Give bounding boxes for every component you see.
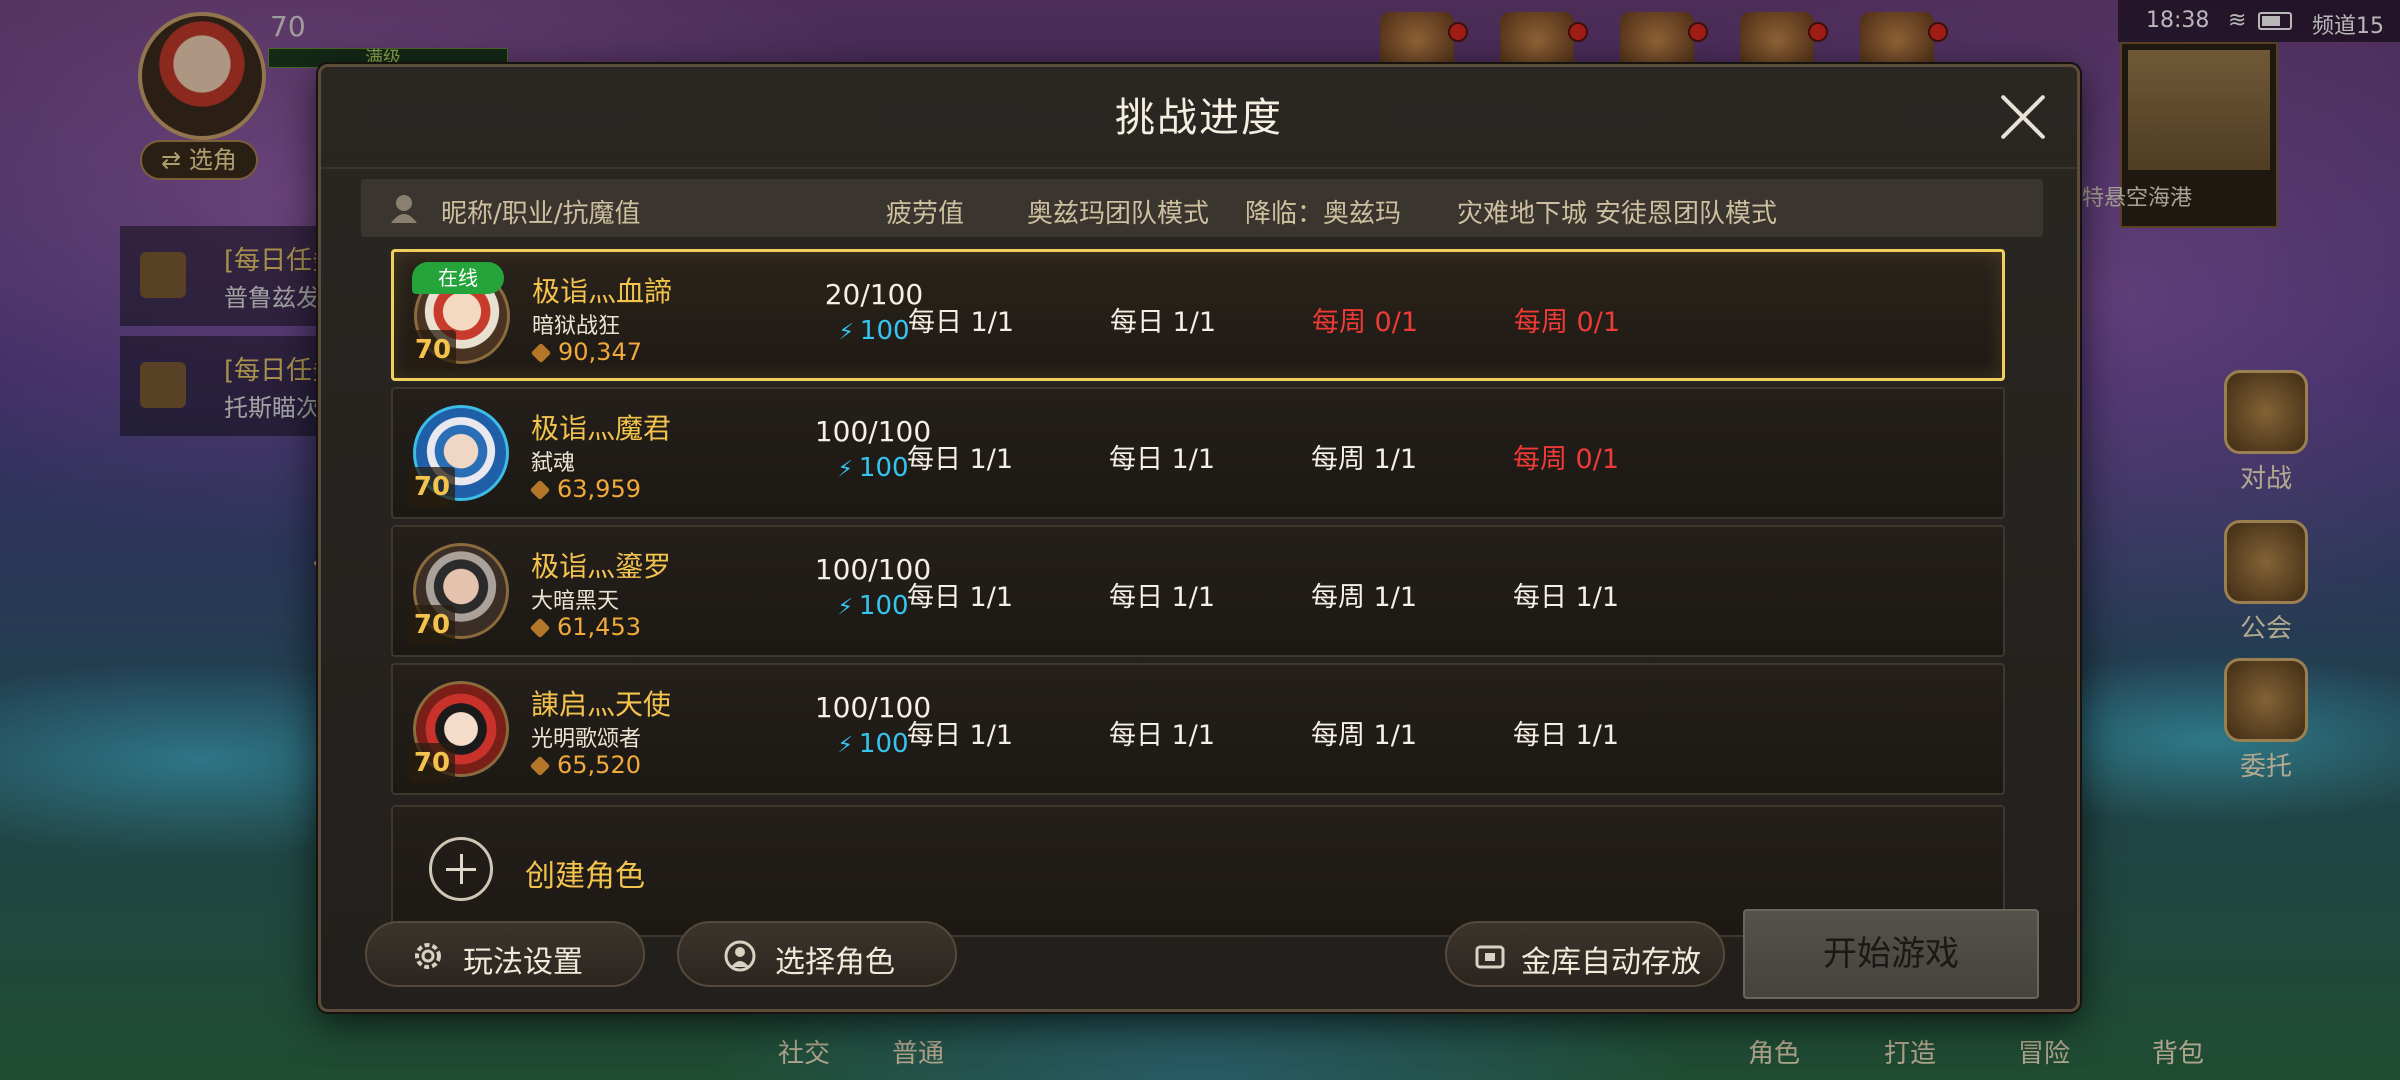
anti-magic-number: 63,959: [557, 475, 641, 503]
anti-magic-icon: [530, 342, 552, 364]
ozma-raid-status: 每日 1/1: [906, 720, 1014, 751]
lightning-icon: ⚡: [837, 595, 853, 620]
column-header-disaster-dungeon: 灾难地下城: [1457, 199, 1588, 229]
ozma-advent-status: 每日 1/1: [1108, 720, 1216, 751]
character-avatar: 70: [409, 539, 515, 645]
character-row[interactable]: 70 在线 极诣灬血諦 暗狱战狂 90,347 20/100 ⚡ 100 每日 1…: [391, 249, 2005, 381]
dialog-title: 挑战进度: [1115, 95, 1283, 141]
anton-raid-status: 每日 1/1: [1512, 582, 1620, 613]
anti-magic-value: 63,959: [529, 475, 641, 503]
character-avatar: 70: [409, 677, 515, 783]
character-nickname: 极诣灬血諦: [532, 275, 673, 308]
character-silhouette-icon: [391, 195, 417, 223]
plus-icon: [429, 837, 493, 901]
column-header-name: 昵称/职业/抗魔值: [441, 199, 641, 229]
character-job: 光明歌颂者: [531, 727, 642, 752]
challenge-progress-dialog: 挑战进度 昵称/职业/抗魔值 疲劳值 奥兹玛团队模式 降临：奥兹玛 灾难地下城 …: [318, 64, 2080, 1012]
anton-raid-status: 每周 0/1: [1513, 307, 1621, 338]
level-badge: 70: [410, 330, 456, 370]
character-avatar: 70: [409, 401, 515, 507]
column-header-ozma-advent: 降临：奥兹玛: [1245, 199, 1402, 229]
ozma-advent-status: 每日 1/1: [1108, 582, 1216, 613]
anti-magic-number: 65,520: [557, 751, 641, 779]
lightning-icon: ⚡: [838, 320, 854, 345]
character-job: 大暗黑天: [531, 589, 620, 614]
anti-magic-icon: [529, 617, 551, 639]
character-nickname: 极诣灬魔君: [531, 412, 672, 445]
ozma-advent-status: 每日 1/1: [1109, 307, 1217, 338]
table-header: 昵称/职业/抗魔值 疲劳值 奥兹玛团队模式 降临：奥兹玛 灾难地下城 安徒恩团队…: [361, 179, 2043, 237]
ozma-raid-status: 每日 1/1: [907, 307, 1015, 338]
column-header-ozma-raid: 奥兹玛团队模式: [1027, 199, 1210, 229]
anton-raid-status: 每周 0/1: [1512, 444, 1620, 475]
character-row[interactable]: 70 极诣灬鎏罗 大暗黑天 61,453 100/100 ⚡ 100 每日 1/1…: [391, 525, 2005, 657]
disaster-dungeon-status: 每周 1/1: [1310, 444, 1418, 475]
anti-magic-number: 61,453: [557, 613, 641, 641]
character-swap-icon: [724, 940, 756, 972]
select-character-label: 选择角色: [775, 945, 895, 980]
level-badge: 70: [409, 743, 455, 783]
disaster-dungeon-status: 每周 1/1: [1310, 582, 1418, 613]
gameplay-settings-label: 玩法设置: [463, 945, 583, 980]
vault-icon: [1475, 945, 1505, 969]
character-row[interactable]: 70 諌启灬天使 光明歌颂者 65,520 100/100 ⚡ 100 每日 1/…: [391, 663, 2005, 795]
select-character-button[interactable]: 选择角色: [677, 921, 957, 987]
anti-magic-value: 65,520: [529, 751, 641, 779]
character-row[interactable]: 70 极诣灬魔君 弑魂 63,959 100/100 ⚡ 100 每日 1/1 每…: [391, 387, 2005, 519]
close-button[interactable]: [1997, 91, 2049, 143]
character-job: 暗狱战狂: [532, 314, 621, 339]
level-badge: 70: [409, 605, 455, 645]
character-list: 70 在线 极诣灬血諦 暗狱战狂 90,347 20/100 ⚡ 100 每日 1…: [391, 249, 2005, 949]
vault-auto-store-button[interactable]: 金库自动存放: [1445, 921, 1725, 987]
disaster-dungeon-status: 每周 1/1: [1310, 720, 1418, 751]
anti-magic-icon: [529, 479, 551, 501]
disaster-dungeon-status: 每周 0/1: [1311, 307, 1419, 338]
start-game-button[interactable]: 开始游戏: [1743, 909, 2039, 999]
character-avatar: 70 在线: [410, 262, 516, 370]
create-character-label: 创建角色: [525, 859, 645, 894]
character-job: 弑魂: [531, 451, 576, 476]
level-badge: 70: [409, 467, 455, 507]
online-badge: 在线: [412, 262, 504, 294]
lightning-icon: ⚡: [837, 733, 853, 758]
divider: [321, 167, 2077, 169]
lightning-icon: ⚡: [837, 457, 853, 482]
anti-magic-icon: [529, 755, 551, 777]
vault-auto-store-label: 金库自动存放: [1521, 945, 1701, 980]
column-header-anton-raid: 安徒恩团队模式: [1595, 199, 1778, 229]
column-header-fatigue: 疲劳值: [886, 199, 965, 229]
anton-raid-status: 每日 1/1: [1512, 720, 1620, 751]
anti-magic-number: 90,347: [558, 338, 642, 366]
ozma-raid-status: 每日 1/1: [906, 444, 1014, 475]
character-nickname: 极诣灬鎏罗: [531, 550, 672, 583]
gear-icon: [415, 943, 441, 969]
ozma-raid-status: 每日 1/1: [906, 582, 1014, 613]
anti-magic-value: 90,347: [530, 338, 642, 366]
anti-magic-value: 61,453: [529, 613, 641, 641]
character-nickname: 諌启灬天使: [531, 688, 672, 721]
ozma-advent-status: 每日 1/1: [1108, 444, 1216, 475]
gameplay-settings-button[interactable]: 玩法设置: [365, 921, 645, 987]
